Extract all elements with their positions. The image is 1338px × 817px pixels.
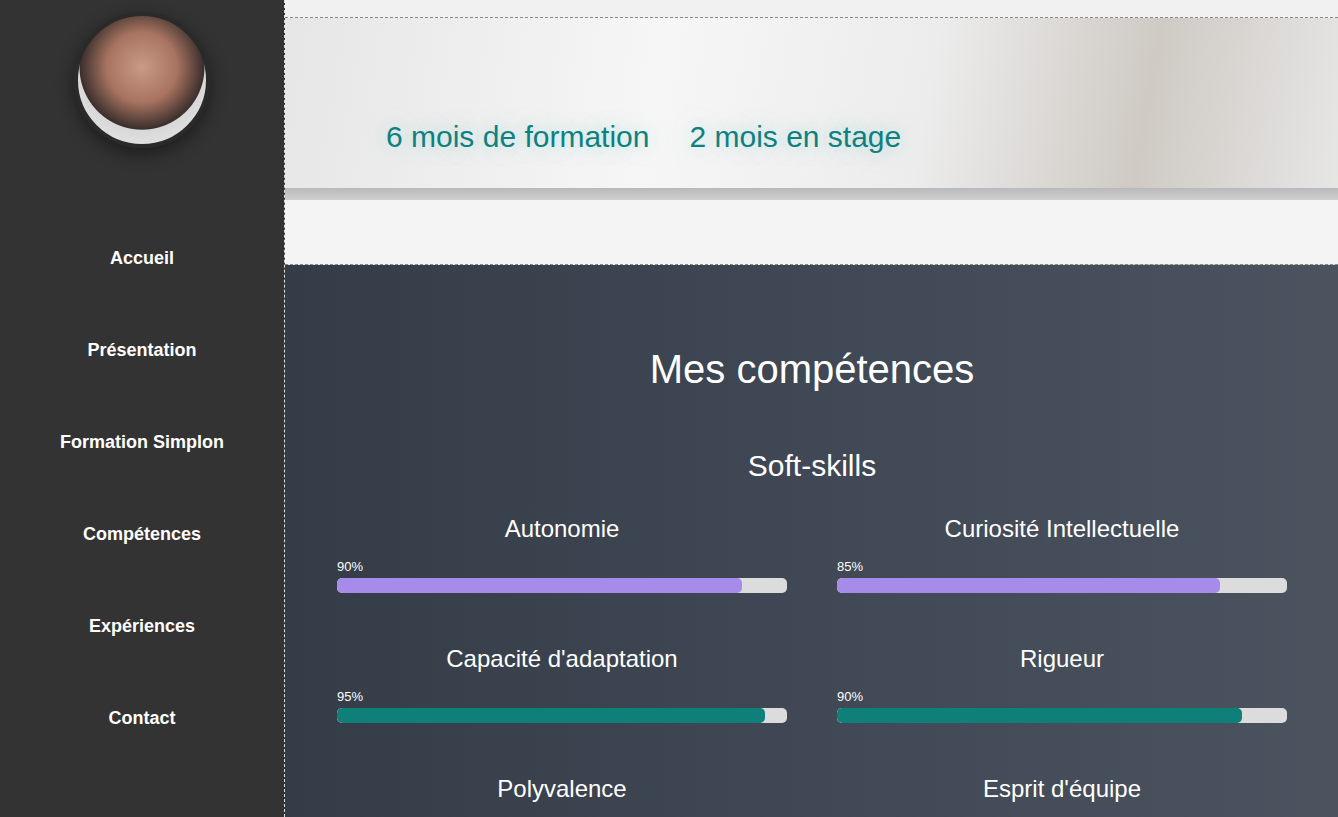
skill-bar-fill <box>837 708 1242 723</box>
skill-bar-track <box>837 578 1287 593</box>
nav-menu: AccueilPrésentationFormation SimplonComp… <box>0 212 284 764</box>
sidebar-item[interactable]: Présentation <box>0 304 284 396</box>
main-content: 6 mois de formation 2 mois en stage Mes c… <box>285 0 1338 817</box>
section-title: Mes compétences <box>337 345 1287 393</box>
hero-banner: 6 mois de formation 2 mois en stage <box>285 18 1338 265</box>
skills-grid: Autonomie90%Curiosité Intellectuelle85%C… <box>337 514 1287 804</box>
skill-item: Polyvalence <box>337 774 787 804</box>
skill-name: Autonomie <box>337 514 787 544</box>
skill-bar-track <box>337 708 787 723</box>
skill-percent: 85% <box>837 559 1287 575</box>
skill-bar-track <box>337 578 787 593</box>
skill-percent: 90% <box>837 689 1287 705</box>
skill-name: Polyvalence <box>337 774 787 804</box>
hero-stat: 2 mois en stage <box>689 120 901 154</box>
skill-item: Esprit d'équipe <box>837 774 1287 804</box>
skill-item: Autonomie 90% <box>337 514 787 593</box>
skill-bar-fill <box>837 578 1220 593</box>
skill-name: Esprit d'équipe <box>837 774 1287 804</box>
avatar-photo <box>74 12 210 148</box>
skill-name: Capacité d'adaptation <box>337 644 787 674</box>
skill-percent: 95% <box>337 689 787 705</box>
sidebar-item[interactable]: Contact <box>0 672 284 764</box>
skill-name: Rigueur <box>837 644 1287 674</box>
skill-bar-track <box>837 708 1287 723</box>
sidebar-item[interactable]: Accueil <box>0 212 284 304</box>
skill-item: Rigueur 90% <box>837 644 1287 723</box>
skills-section: Mes compétences Soft-skills Autonomie 90% Cu… <box>285 265 1338 817</box>
skill-percent: 90% <box>337 559 787 575</box>
sidebar: AccueilPrésentationFormation SimplonComp… <box>0 0 285 817</box>
hero-stat: 6 mois de formation <box>386 120 649 154</box>
skill-name: Curiosité Intellectuelle <box>837 514 1287 544</box>
skill-bar-fill <box>337 578 742 593</box>
sidebar-item[interactable]: Expériences <box>0 580 284 672</box>
skill-item: Curiosité Intellectuelle 85% <box>837 514 1287 593</box>
skill-item: Capacité d'adaptation 95% <box>337 644 787 723</box>
group-title: Soft-skills <box>337 448 1287 484</box>
skill-bar-fill <box>337 708 765 723</box>
sidebar-item[interactable]: Compétences <box>0 488 284 580</box>
top-strip <box>285 0 1338 18</box>
sidebar-item[interactable]: Formation Simplon <box>0 396 284 488</box>
